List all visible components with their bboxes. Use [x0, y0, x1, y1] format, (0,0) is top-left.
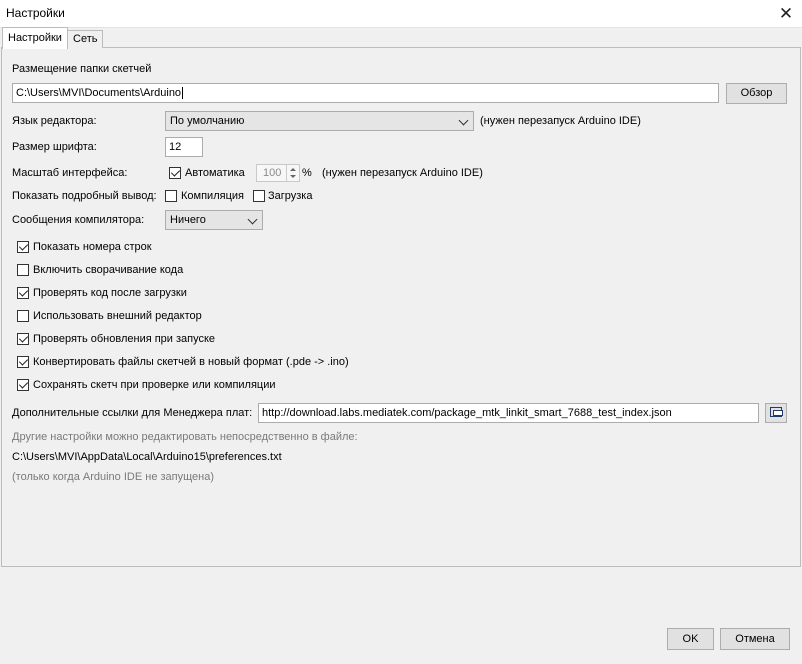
- tab-network[interactable]: Сеть: [67, 30, 104, 48]
- save-on-verify-checkbox[interactable]: [17, 379, 29, 391]
- external-editor-label: Использовать внешний редактор: [33, 310, 202, 322]
- sketchbook-path-value: C:\Users\MVI\Documents\Arduino: [16, 87, 182, 99]
- window-title: Настройки: [6, 6, 65, 20]
- verbose-output-label: Показать подробный вывод:: [12, 190, 157, 202]
- compiler-warnings-value: Ничего: [170, 214, 206, 226]
- check-updates-label: Проверять обновления при запуске: [33, 333, 216, 345]
- verbose-compile-label: Компиляция: [181, 190, 244, 202]
- interface-scale-note: (нужен перезапуск Arduino IDE): [322, 167, 483, 179]
- prefs-hint-running: (только когда Arduino IDE не запущена): [12, 471, 215, 483]
- show-line-numbers-label: Показать номера строк: [33, 241, 152, 253]
- edit-urls-button[interactable]: [765, 403, 787, 423]
- verify-after-upload-label: Проверять код после загрузки: [33, 287, 187, 299]
- auto-scale-checkbox[interactable]: [169, 167, 181, 179]
- sketchbook-path-input[interactable]: C:\Users\MVI\Documents\Arduino: [12, 83, 719, 103]
- spin-up-icon[interactable]: [290, 168, 296, 171]
- title-bar: [0, 0, 802, 28]
- cancel-button[interactable]: Отмена: [720, 628, 790, 650]
- window-icon: [770, 407, 783, 417]
- editor-language-value: По умолчанию: [170, 115, 245, 127]
- verbose-upload-label: Загрузка: [268, 190, 313, 202]
- code-folding-label: Включить сворачивание кода: [33, 264, 184, 276]
- verbose-upload-checkbox[interactable]: [253, 190, 265, 202]
- editor-language-label: Язык редактора:: [12, 115, 97, 127]
- convert-sketch-format-label: Конвертировать файлы скетчей в новый фор…: [33, 356, 349, 368]
- spinner-buttons[interactable]: [286, 165, 299, 181]
- show-line-numbers-checkbox[interactable]: [17, 241, 29, 253]
- auto-scale-label: Автоматика: [185, 167, 245, 179]
- browse-button[interactable]: Обзор: [726, 83, 787, 104]
- percent-sign: %: [302, 167, 312, 179]
- verbose-compile-checkbox[interactable]: [165, 190, 177, 202]
- chevron-down-icon: [247, 214, 258, 225]
- prefs-hint: Другие настройки можно редактировать неп…: [12, 431, 358, 443]
- sketchbook-label: Размещение папки скетчей: [12, 63, 152, 75]
- prefs-file-path: C:\Users\MVI\AppData\Local\Arduino15\pre…: [12, 451, 282, 463]
- font-size-input[interactable]: 12: [165, 137, 203, 157]
- scale-value: 100: [263, 167, 282, 179]
- convert-sketch-format-checkbox[interactable]: [17, 356, 29, 368]
- editor-language-select[interactable]: По умолчанию: [165, 111, 474, 131]
- check-updates-checkbox[interactable]: [17, 333, 29, 345]
- chevron-down-icon: [458, 115, 469, 126]
- close-icon[interactable]: ✕: [770, 0, 802, 27]
- verify-after-upload-checkbox[interactable]: [17, 287, 29, 299]
- compiler-warnings-select[interactable]: Ничего: [165, 210, 263, 230]
- spin-down-icon[interactable]: [290, 175, 296, 178]
- tab-settings[interactable]: Настройки: [2, 27, 68, 49]
- board-urls-input[interactable]: http://download.labs.mediatek.com/packag…: [258, 403, 759, 423]
- external-editor-checkbox[interactable]: [17, 310, 29, 322]
- code-folding-checkbox[interactable]: [17, 264, 29, 276]
- interface-scale-label: Масштаб интерфейса:: [12, 167, 128, 179]
- editor-language-note: (нужен перезапуск Arduino IDE): [480, 115, 641, 127]
- board-urls-label: Дополнительные ссылки для Менеджера плат…: [12, 407, 253, 419]
- ok-button[interactable]: OK: [667, 628, 714, 650]
- save-on-verify-label: Сохранять скетч при проверке или компиля…: [33, 379, 276, 391]
- scale-spinner[interactable]: 100: [256, 164, 300, 182]
- font-size-label: Размер шрифта:: [12, 141, 97, 153]
- compiler-warnings-label: Сообщения компилятора:: [12, 214, 145, 226]
